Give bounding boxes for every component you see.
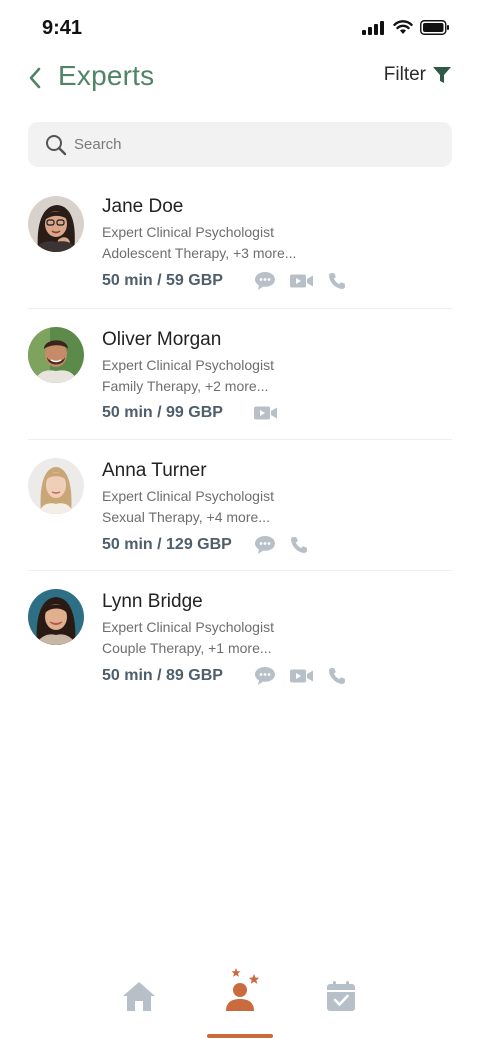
back-button[interactable]	[26, 66, 44, 90]
expert-role: Expert Clinical Psychologist	[102, 488, 274, 504]
expert-info: Oliver Morgan Expert Clinical Psychologi…	[102, 329, 278, 422]
expert-name: Jane Doe	[102, 196, 184, 217]
active-tab-indicator	[207, 1034, 273, 1038]
signal-icon	[362, 20, 384, 35]
filter-button[interactable]: Filter	[384, 64, 452, 86]
phone-icon[interactable]	[290, 536, 308, 554]
filter-icon	[433, 67, 451, 83]
expert-info: Lynn Bridge Expert Clinical Psychologist…	[102, 591, 346, 686]
expert-card[interactable]: Jane Doe Expert Clinical Psychologist Ad…	[28, 178, 452, 309]
expert-specialty: Sexual Therapy, +4 more...	[102, 509, 270, 525]
session-price: 50 min / 89 GBP	[102, 667, 223, 684]
session-price: 50 min / 99 GBP	[102, 404, 223, 421]
home-icon	[123, 982, 155, 1011]
avatar	[28, 458, 84, 514]
status-time: 9:41	[42, 17, 83, 39]
video-icon[interactable]	[254, 405, 278, 421]
experts-icon	[226, 968, 260, 1011]
price-row: 50 min / 129 GBP	[102, 535, 308, 555]
filter-label: Filter	[383, 64, 426, 85]
price-row: 50 min / 59 GBP	[102, 271, 346, 291]
tab-home[interactable]	[122, 980, 156, 1017]
price-row: 50 min / 99 GBP	[102, 404, 278, 422]
service-icons	[254, 271, 346, 291]
phone-icon[interactable]	[328, 272, 346, 290]
session-price: 50 min / 59 GBP	[102, 272, 223, 289]
expert-card[interactable]: Anna Turner Expert Clinical Psychologist…	[28, 440, 452, 571]
status-icons	[362, 20, 450, 35]
search-bar[interactable]	[28, 122, 452, 167]
expert-specialty: Family Therapy, +2 more...	[102, 378, 269, 394]
battery-icon	[420, 20, 449, 35]
wifi-icon	[393, 20, 413, 34]
video-icon[interactable]	[290, 273, 314, 289]
tab-experts[interactable]	[222, 968, 262, 1017]
expert-name: Oliver Morgan	[102, 329, 222, 350]
expert-specialty: Adolescent Therapy, +3 more...	[102, 245, 297, 261]
avatar	[28, 196, 84, 252]
expert-specialty: Couple Therapy, +1 more...	[102, 640, 272, 656]
chevron-left-icon	[29, 67, 41, 89]
expert-name: Lynn Bridge	[102, 591, 203, 612]
chat-icon[interactable]	[254, 666, 276, 686]
session-price: 50 min / 129 GBP	[102, 536, 232, 553]
expert-list: Jane Doe Expert Clinical Psychologist Ad…	[28, 178, 452, 701]
price-row: 50 min / 89 GBP	[102, 666, 346, 686]
avatar	[28, 327, 84, 383]
expert-role: Expert Clinical Psychologist	[102, 357, 274, 373]
service-icons	[254, 666, 346, 686]
calendar-icon	[327, 981, 355, 1011]
search-input[interactable]	[74, 122, 434, 167]
avatar	[28, 589, 84, 645]
tab-bar	[0, 960, 480, 1039]
status-bar: 9:41	[0, 0, 480, 58]
expert-role: Expert Clinical Psychologist	[102, 619, 274, 635]
expert-card[interactable]: Oliver Morgan Expert Clinical Psychologi…	[28, 309, 452, 440]
service-icons	[254, 405, 278, 421]
expert-info: Jane Doe Expert Clinical Psychologist Ad…	[102, 196, 346, 291]
expert-role: Expert Clinical Psychologist	[102, 224, 274, 240]
search-icon	[46, 135, 67, 156]
expert-name: Anna Turner	[102, 460, 207, 481]
chat-icon[interactable]	[254, 271, 276, 291]
page-title: Experts	[58, 60, 155, 91]
phone-icon[interactable]	[328, 667, 346, 685]
header: Experts Filter	[0, 58, 480, 98]
expert-info: Anna Turner Expert Clinical Psychologist…	[102, 460, 308, 555]
video-icon[interactable]	[290, 668, 314, 684]
tab-calendar[interactable]	[325, 980, 357, 1017]
service-icons	[254, 535, 308, 555]
expert-card[interactable]: Lynn Bridge Expert Clinical Psychologist…	[28, 571, 452, 701]
chat-icon[interactable]	[254, 535, 276, 555]
